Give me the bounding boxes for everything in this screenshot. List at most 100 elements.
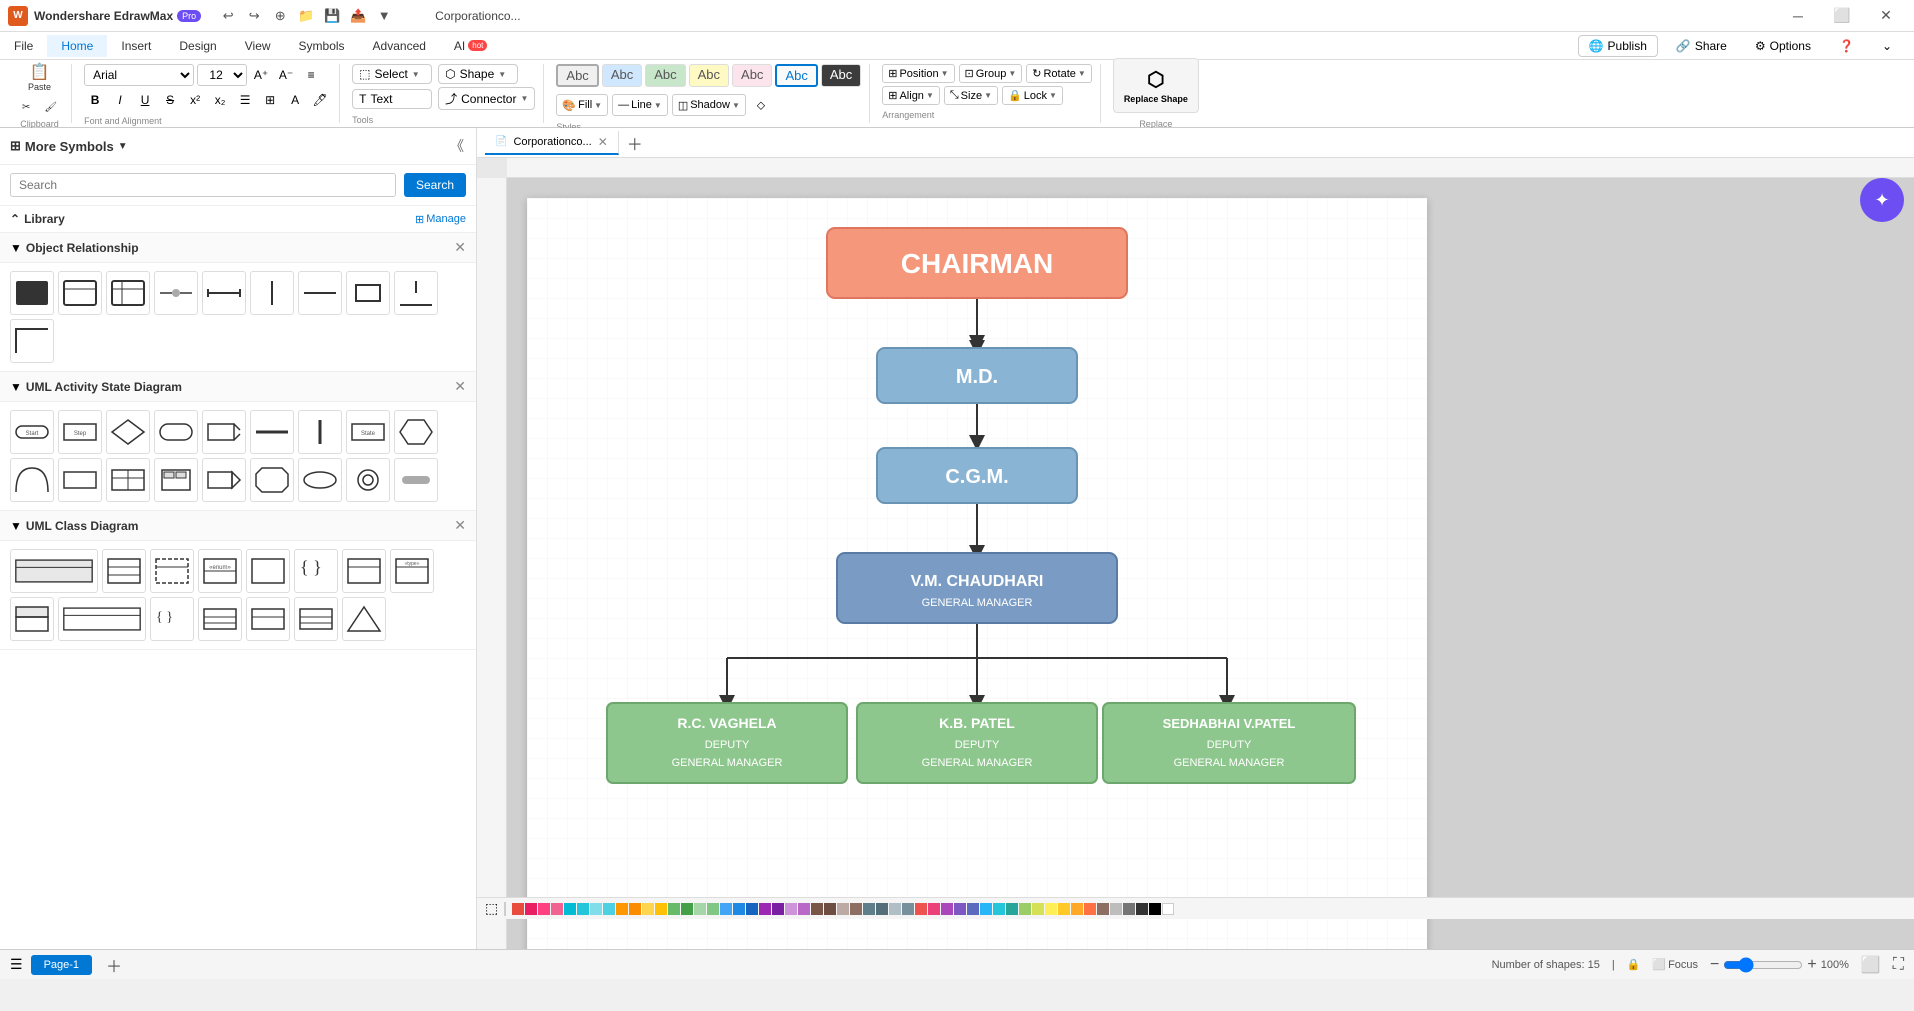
menu-advanced[interactable]: Advanced	[359, 35, 440, 57]
shape-item[interactable]	[342, 597, 386, 641]
style-abc-7[interactable]: Abc	[821, 64, 861, 87]
color-swatch[interactable]	[668, 903, 680, 915]
color-swatch[interactable]	[1058, 903, 1070, 915]
shape-item[interactable]	[202, 410, 246, 454]
menu-design[interactable]: Design	[165, 35, 230, 57]
shape-item[interactable]	[394, 410, 438, 454]
color-swatch[interactable]	[850, 903, 862, 915]
color-swatch[interactable]	[837, 903, 849, 915]
page-tab-1[interactable]: Page-1	[31, 955, 92, 975]
font-size-select[interactable]: 12	[197, 64, 247, 86]
color-swatch[interactable]	[902, 903, 914, 915]
color-swatch[interactable]	[512, 903, 524, 915]
focus-btn[interactable]: ⬜ Focus	[1652, 958, 1698, 971]
color-swatch[interactable]	[577, 903, 589, 915]
line-dropdown[interactable]: —Line▼	[612, 94, 668, 116]
color-swatch[interactable]	[928, 903, 940, 915]
shape-item[interactable]: { }	[294, 549, 338, 593]
shape-item[interactable]	[246, 549, 290, 593]
color-swatch[interactable]	[590, 903, 602, 915]
style-abc-6[interactable]: Abc	[775, 64, 817, 87]
color-swatch[interactable]	[1071, 903, 1083, 915]
shape-item[interactable]	[10, 458, 54, 502]
color-swatch[interactable]	[642, 903, 654, 915]
redo-btn[interactable]: ↪	[243, 5, 265, 27]
color-swatch[interactable]	[824, 903, 836, 915]
color-swatch[interactable]	[1006, 903, 1018, 915]
shape-item[interactable]	[202, 458, 246, 502]
text-btn[interactable]: T Text	[352, 89, 432, 109]
restore-btn[interactable]: ⬜	[1822, 2, 1862, 30]
shape-item[interactable]	[10, 271, 54, 315]
shape-item[interactable]	[58, 458, 102, 502]
cut-btn[interactable]: ✂	[16, 100, 36, 115]
color-swatch[interactable]	[785, 903, 797, 915]
shape-item[interactable]	[394, 458, 438, 502]
collapse-ribbon-btn[interactable]: ⌄	[1872, 36, 1902, 56]
shape-item[interactable]	[106, 410, 150, 454]
color-swatch[interactable]	[564, 903, 576, 915]
color-swatch[interactable]	[746, 903, 758, 915]
shape-item[interactable]	[154, 410, 198, 454]
shape-item[interactable]	[250, 458, 294, 502]
menu-file[interactable]: File	[0, 35, 47, 57]
shape-item[interactable]	[250, 410, 294, 454]
select-btn[interactable]: ⬚ Select ▼	[352, 64, 432, 84]
shape-item[interactable]: Start	[10, 410, 54, 454]
size-dropdown[interactable]: ⤡Size▼	[944, 86, 998, 105]
color-swatch[interactable]	[603, 903, 615, 915]
menu-home[interactable]: Home	[47, 35, 107, 57]
fit-page-btn[interactable]: ⬜	[1861, 955, 1881, 975]
shape-item[interactable]	[346, 458, 390, 502]
menu-view[interactable]: View	[231, 35, 285, 57]
color-swatch[interactable]	[811, 903, 823, 915]
close-btn[interactable]: ✕	[1866, 2, 1906, 30]
shape-item[interactable]	[58, 271, 102, 315]
color-swatch[interactable]	[1110, 903, 1122, 915]
color-swatch[interactable]	[629, 903, 641, 915]
shape-item[interactable]	[154, 458, 198, 502]
color-swatch[interactable]	[967, 903, 979, 915]
color-swatch[interactable]	[759, 903, 771, 915]
align-btn[interactable]: ≡	[300, 64, 322, 86]
lock-status-icon[interactable]: 🔒	[1627, 958, 1641, 971]
new-btn[interactable]: ⊕	[269, 5, 291, 27]
color-swatch[interactable]	[941, 903, 953, 915]
help-btn[interactable]: ❓	[1829, 36, 1864, 56]
shape-item[interactable]	[346, 271, 390, 315]
style-abc-3[interactable]: Abc	[645, 64, 685, 87]
indent-btn[interactable]: ⊞	[259, 89, 281, 111]
style-abc-1[interactable]: Abc	[556, 64, 598, 87]
shape-item[interactable]	[150, 549, 194, 593]
color-swatch[interactable]	[889, 903, 901, 915]
shape-item[interactable]: { }	[150, 597, 194, 641]
search-button[interactable]: Search	[404, 173, 466, 197]
shape-item[interactable]	[102, 549, 146, 593]
shape-item[interactable]	[10, 319, 54, 363]
color-swatch[interactable]	[863, 903, 875, 915]
fill-dropdown[interactable]: 🎨Fill▼	[556, 94, 608, 116]
shape-item[interactable]	[10, 597, 54, 641]
replace-shape-btn[interactable]: ⬡ Replace Shape	[1113, 58, 1199, 113]
shape-item[interactable]	[106, 271, 150, 315]
color-swatch[interactable]	[707, 903, 719, 915]
rotate-dropdown[interactable]: ↻Rotate▼	[1026, 64, 1092, 83]
paste-btn[interactable]: 📋 Paste	[22, 58, 58, 98]
color-swatch[interactable]	[1097, 903, 1109, 915]
position-dropdown[interactable]: ⊞Position▼	[882, 64, 954, 83]
color-swatch[interactable]	[616, 903, 628, 915]
add-tab-btn[interactable]: ＋	[619, 128, 651, 159]
color-swatch[interactable]	[1136, 903, 1148, 915]
color-swatch[interactable]	[1123, 903, 1135, 915]
color-swatch[interactable]	[798, 903, 810, 915]
shape-item[interactable]	[246, 597, 290, 641]
connector-btn[interactable]: ⤴ Connector ▼	[438, 87, 535, 110]
style-expand-btn[interactable]: ⬦	[750, 94, 772, 116]
style-abc-2[interactable]: Abc	[602, 64, 642, 87]
bullet-btn[interactable]: ☰	[234, 89, 256, 111]
shape-item[interactable]	[154, 271, 198, 315]
superscript-btn[interactable]: x²	[184, 89, 206, 111]
canvas-content[interactable]: CHAIRMAN M.D. C.G.M. V.M. CHAUDHARI GENE…	[507, 178, 1914, 949]
menu-symbols[interactable]: Symbols	[285, 35, 359, 57]
shape-item[interactable]: «enum»	[198, 549, 242, 593]
